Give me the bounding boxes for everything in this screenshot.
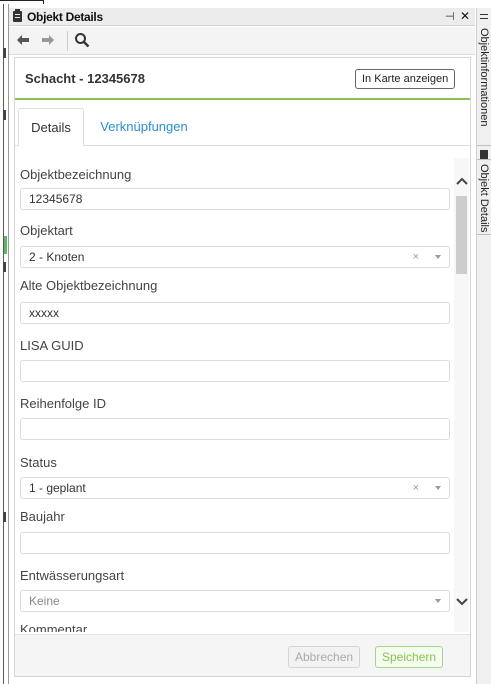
edge-mark	[3, 262, 6, 272]
edge-mark	[3, 110, 6, 120]
cancel-button[interactable]: Abbrechen	[288, 646, 361, 668]
toolbar	[9, 27, 475, 55]
form-scrollbar[interactable]	[454, 158, 469, 632]
pin-icon[interactable]: ⊣	[445, 10, 455, 23]
tab-details[interactable]: Details	[18, 108, 84, 146]
object-details-panel: Schacht - 12345678 In Karte anzeigen Det…	[14, 57, 471, 677]
kommentar-label: Kommentar	[20, 622, 88, 632]
chevron-down-icon[interactable]	[454, 597, 469, 611]
objektbezeichnung-label: Objektbezeichnung	[20, 167, 132, 182]
toolbar-separator	[67, 31, 68, 51]
scrollbar-thumb[interactable]	[456, 196, 467, 274]
alte-objektbezeichnung-label: Alte Objektbezeichnung	[20, 278, 158, 293]
reihenfolge-id-label: Reihenfolge ID	[20, 396, 106, 411]
panel-header: Schacht - 12345678 In Karte anzeigen	[15, 58, 470, 100]
lisa-guid-label: LISA GUID	[20, 338, 84, 353]
tab-bar: Details Verknüpfungen	[15, 108, 470, 146]
side-dock-strip: Objektinformationen Objekt Details	[476, 8, 491, 684]
list-icon	[480, 14, 488, 19]
objektart-select[interactable]: 2 - Knoten ×	[20, 246, 450, 268]
page-title: Schacht - 12345678	[25, 71, 145, 86]
edge-mark	[3, 512, 6, 522]
arrow-left-icon[interactable]	[14, 32, 32, 50]
status-select[interactable]: 1 - geplant ×	[20, 477, 450, 499]
chevron-up-icon[interactable]	[454, 176, 469, 190]
arrow-right-icon[interactable]	[39, 32, 57, 50]
chevron-down-icon[interactable]	[435, 486, 441, 490]
reihenfolge-id-field[interactable]	[20, 418, 450, 440]
tab-verknuepfungen[interactable]: Verknüpfungen	[84, 108, 204, 146]
status-label: Status	[20, 455, 57, 470]
edge-green-marker	[4, 236, 7, 254]
window-titlebar: Objekt Details ⊣ ✕	[9, 8, 475, 26]
clear-icon[interactable]: ×	[413, 247, 419, 267]
side-tab-label: Objekt Details	[478, 164, 490, 233]
search-icon[interactable]	[73, 32, 91, 50]
objektart-label: Objektart	[20, 223, 73, 238]
baujahr-field[interactable]	[20, 532, 450, 554]
entwaesserungsart-select[interactable]: Keine	[20, 590, 450, 612]
baujahr-label: Baujahr	[20, 509, 65, 524]
side-tab-objekt-details[interactable]: Objekt Details	[477, 145, 491, 235]
lisa-guid-field[interactable]	[20, 360, 450, 382]
panel-footer: Abbrechen Speichern	[15, 634, 470, 676]
entwaesserungsart-value: Keine	[29, 594, 60, 608]
close-icon[interactable]: ✕	[460, 9, 470, 23]
objektbezeichnung-field[interactable]: 12345678	[20, 188, 450, 210]
save-button[interactable]: Speichern	[375, 646, 444, 668]
window-edge	[3, 4, 4, 684]
details-form: Objektbezeichnung 12345678 Objektart 2 -…	[15, 158, 470, 632]
chevron-down-icon[interactable]	[435, 599, 441, 603]
show-in-map-button[interactable]: In Karte anzeigen	[355, 69, 456, 89]
entwaesserungsart-label: Entwässerungsart	[20, 568, 125, 583]
chevron-down-icon[interactable]	[435, 255, 441, 259]
alte-objektbezeichnung-field[interactable]: xxxxx	[20, 302, 450, 324]
side-tab-label: Objektinformationen	[478, 28, 490, 127]
objektart-value: 2 - Knoten	[29, 250, 85, 264]
clear-icon[interactable]: ×	[413, 478, 419, 498]
window-corner-artifact	[0, 0, 44, 4]
clipboard-icon	[480, 150, 488, 159]
window-title: Objekt Details	[27, 10, 103, 24]
clipboard-icon	[13, 9, 22, 22]
side-tab-objektinformationen[interactable]: Objektinformationen	[477, 8, 491, 160]
status-value: 1 - geplant	[29, 481, 86, 495]
edge-mark	[3, 48, 6, 58]
window-edge-inner	[8, 4, 9, 684]
